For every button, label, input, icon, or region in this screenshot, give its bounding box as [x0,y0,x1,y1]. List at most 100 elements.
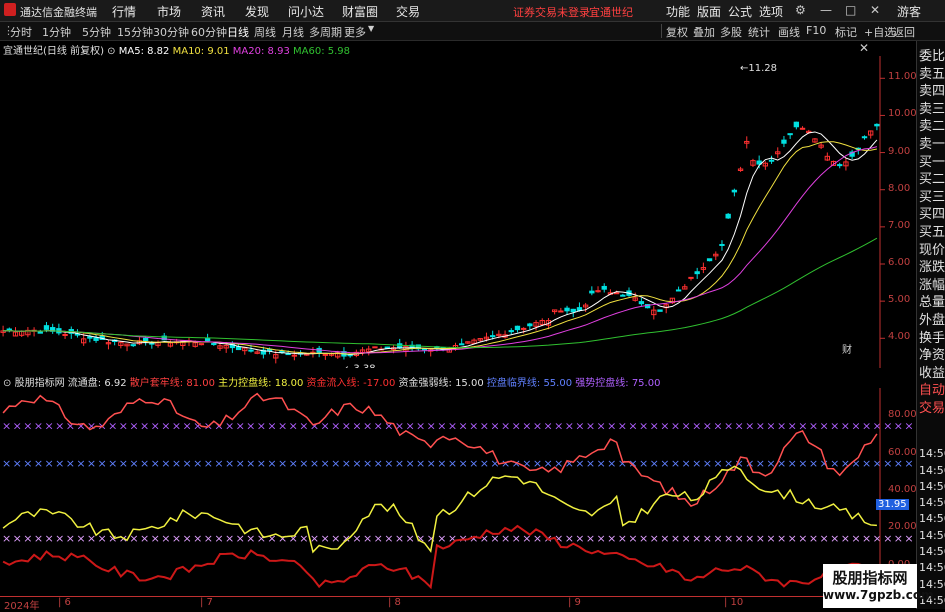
candle-body [781,139,787,144]
price-tick: 6.00 [888,257,911,268]
menu-news[interactable]: 资讯 [201,3,225,20]
candle-body [211,343,217,346]
overlay-button[interactable]: 叠加 [693,24,715,40]
candle-body [514,325,521,331]
menu-market-quotes[interactable]: 行情 [112,3,136,20]
mark-button[interactable]: 标记 [835,24,857,40]
period-monthly[interactable]: 月线 [282,24,304,40]
chevron-down-icon[interactable]: ▼ [368,24,374,33]
period-more[interactable]: 更多 [344,24,366,40]
retail-trap-line [2,392,878,507]
adjust-button[interactable]: 复权 [666,24,688,40]
candlestick-chart[interactable]: ←11.28 ←3.38 财 [0,56,916,368]
stats-button[interactable]: 统计 [748,24,770,40]
quote-panel-item: 收益 [919,365,945,381]
candle-body [706,258,713,262]
candle-body [719,243,725,246]
quote-panel-item: 14:56 [919,528,945,542]
period-1min[interactable]: 1分钟 [42,24,71,40]
date-axis: 2024年 | 6 | 7 | 8 | 9 | 10 [0,596,916,612]
indicator-tick: 80.00 [888,409,917,421]
period-multi[interactable]: 多周期 [309,24,342,40]
menu-trade[interactable]: 交易 [396,3,420,20]
current-stock-name: 宜通世纪 [589,6,633,19]
period-30min[interactable]: 30分钟 [153,24,189,40]
menu-discover[interactable]: 发现 [245,3,269,20]
app-title: 通达信金融终端 [20,6,97,19]
candle-body [459,343,465,346]
candle-body [564,307,570,312]
price-tick: 4.00 [888,331,911,343]
date-tick: | 8 [388,597,401,608]
menu-formula[interactable]: 公式 [728,3,752,20]
period-weekly[interactable]: 周线 [254,24,276,40]
candle-body [570,308,576,313]
ma10-line [3,141,878,355]
multi-stock-button[interactable]: 多股 [720,24,742,40]
candle-body [601,285,607,290]
ma20-line [3,146,878,354]
quote-panel-item: 买四 [919,207,945,223]
candle-body [620,294,626,297]
period-5min[interactable]: 5分钟 [82,24,111,40]
candle-body [87,336,93,339]
period-15min[interactable]: 15分钟 [117,24,153,40]
indicator-tick: 40.00 [888,484,917,495]
draw-line-button[interactable]: 画线 [778,24,800,40]
date-tick: | 7 [200,597,213,608]
max-price-label: ←11.28 [740,63,777,74]
watermark-title: 股朋指标网 [832,569,908,587]
watermark: 股朋指标网 www.7gpzb.com [823,564,934,608]
current-value-badge: 31.95 [876,499,909,511]
candle-body [43,325,50,330]
quote-panel-item: 卖二 [919,119,945,135]
candle-body [490,335,496,338]
price-tick: 7.00 [888,219,911,231]
candle-body [130,344,136,347]
quote-panel-item: 卖一 [919,137,945,152]
candle-body [675,289,682,292]
candle-body [527,323,533,327]
candle-body [142,337,149,342]
candle-body [793,121,800,128]
candle-body [520,327,527,330]
back-button[interactable]: 返回 [893,24,915,40]
menu-market[interactable]: 市场 [157,3,181,20]
period-intraday[interactable]: 分时 [10,24,32,40]
quote-panel-item: 总量 [919,295,945,311]
menu-wealth-circle[interactable]: 财富圈 [342,3,378,20]
period-60min[interactable]: 60分钟 [191,24,227,40]
menu-ask-xiaoda[interactable]: 问小达 [288,3,324,20]
guest-label[interactable]: 游客 [897,3,921,20]
menu-layout[interactable]: 版面 [697,3,721,20]
quote-panel-item: 外盘 [919,313,945,328]
threshold-line: ××××××××××××××××××××××××××××××××××××××××… [2,532,916,545]
settings-icon[interactable]: ⚙ [795,3,806,17]
quote-panel-item: 现价 [919,242,945,258]
indicator-tick: 20.00 [888,521,917,533]
menu-options[interactable]: 选项 [759,3,783,20]
financial-marker: 财 [842,343,852,356]
menu-function[interactable]: 功能 [666,3,690,20]
minimize-icon[interactable]: — [820,3,832,17]
date-tick: | 6 [58,597,71,608]
indicator-chart[interactable]: ××××××××××××××××××××××××××××××××××××××××… [0,388,916,594]
main-chart-info: 宜通世纪(日线 前复权) ⊙ MA5: 8.82 MA10: 9.01 MA20… [3,42,350,57]
price-tick: 8.00 [888,182,911,194]
quote-panel-item: 涨幅 [919,277,945,293]
period-daily[interactable]: 日线 [227,24,249,40]
candle-body [694,271,700,275]
candle-body [508,330,514,333]
login-status[interactable]: 证券交易未登录 [513,4,590,20]
chart-close-icon[interactable]: ✕ [859,41,869,55]
date-tick: | 9 [568,597,581,608]
quote-panel-item: 14:56 [919,479,945,493]
candle-body [322,353,329,356]
close-icon[interactable]: ✕ [870,3,880,17]
ma5-line [3,131,878,355]
quote-panel-item: 涨跌 [919,260,945,276]
f10-button[interactable]: F10 [806,24,826,37]
quote-panel-item: 卖三 [919,101,945,117]
add-watchlist-button[interactable]: +自选 [864,24,895,40]
maximize-icon[interactable]: □ [845,3,856,17]
